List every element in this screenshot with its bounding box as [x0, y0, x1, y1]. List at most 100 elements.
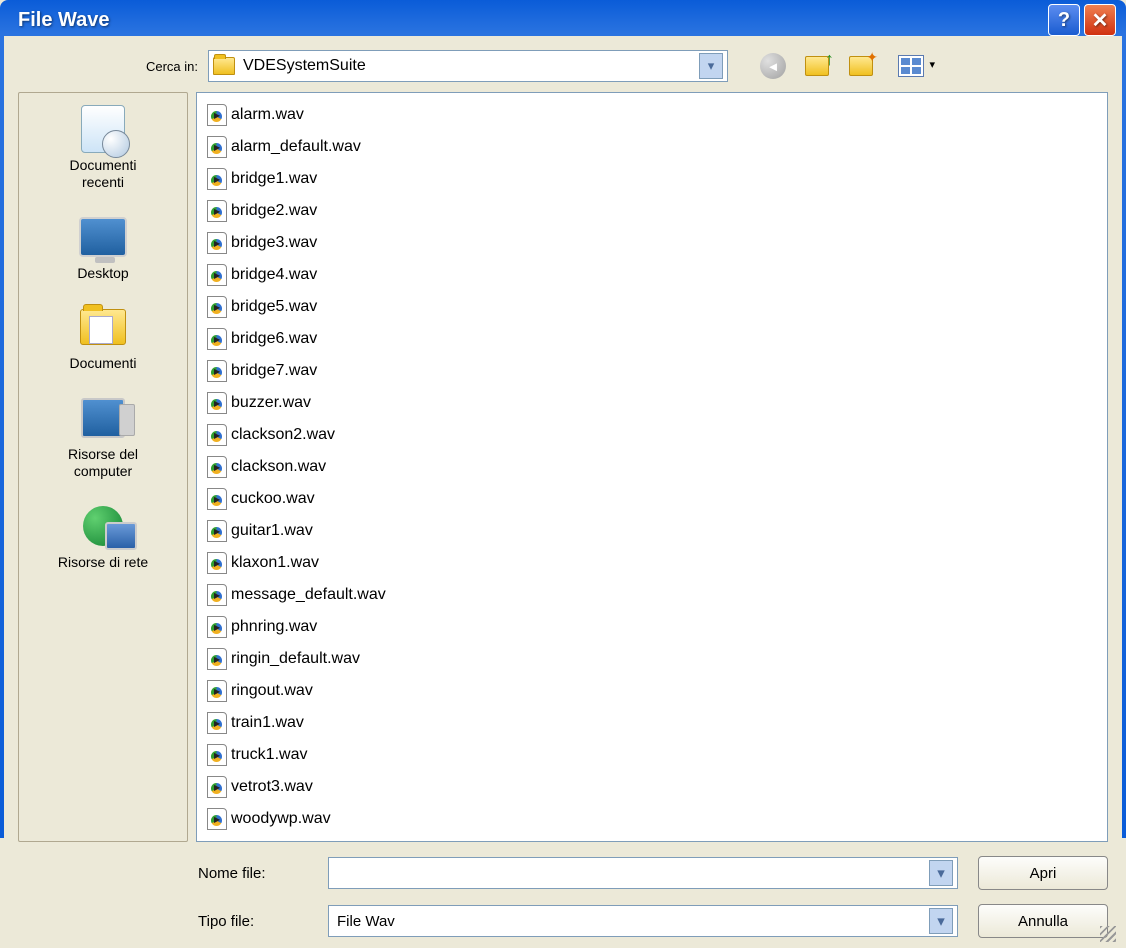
lookin-combo[interactable]: VDESystemSuite ▾	[208, 50, 728, 82]
titlebar-buttons: ? ✕	[1048, 4, 1116, 36]
view-menu-button[interactable]	[890, 51, 932, 81]
titlebar: File Wave ? ✕	[4, 4, 1122, 36]
wav-file-icon	[207, 424, 227, 446]
place-label: Risorse del computer	[68, 446, 138, 480]
file-item[interactable]: message_default.wav	[205, 581, 465, 609]
wav-file-icon	[207, 584, 227, 606]
up-one-level-button[interactable]	[802, 51, 832, 81]
wav-file-icon	[207, 360, 227, 382]
file-name: phnring.wav	[231, 618, 317, 636]
file-item[interactable]: bridge2.wav	[205, 197, 465, 225]
file-name: bridge5.wav	[231, 298, 317, 316]
file-item[interactable]: phnring.wav	[205, 613, 465, 641]
file-name: woodywp.wav	[231, 810, 331, 828]
file-item[interactable]: bridge4.wav	[205, 261, 465, 289]
place-desktop[interactable]: Desktop	[19, 209, 187, 286]
file-item[interactable]: buzzer.wav	[205, 389, 465, 417]
file-name: bridge3.wav	[231, 234, 317, 252]
computer-icon	[77, 394, 129, 442]
file-item[interactable]: bridge6.wav	[205, 325, 465, 353]
wav-file-icon	[207, 392, 227, 414]
wav-file-icon	[207, 744, 227, 766]
file-name: klaxon1.wav	[231, 554, 319, 572]
file-name: guitar1.wav	[231, 522, 313, 540]
chevron-down-icon[interactable]: ▾	[699, 53, 723, 79]
filetype-combo[interactable]: File Wav ▾	[328, 905, 958, 937]
filename-label: Nome file:	[198, 865, 308, 882]
file-name: message_default.wav	[231, 586, 386, 604]
wav-file-icon	[207, 296, 227, 318]
cancel-button[interactable]: Annulla	[978, 904, 1108, 938]
file-name: ringout.wav	[231, 682, 313, 700]
filetype-value: File Wav	[337, 913, 395, 930]
lookin-row: Cerca in: VDESystemSuite ▾ ◄	[18, 50, 1108, 82]
file-item[interactable]: vetrot3.wav	[205, 773, 465, 801]
new-folder-button[interactable]	[846, 51, 876, 81]
bottom-panel: Nome file: ▾ Apri Tipo file: File Wav ▾ …	[18, 842, 1108, 938]
place-label: Documenti	[70, 355, 137, 372]
file-name: bridge2.wav	[231, 202, 317, 220]
wav-file-icon	[207, 200, 227, 222]
documents-icon	[77, 303, 129, 351]
file-item[interactable]: woodywp.wav	[205, 805, 465, 833]
view-icon	[898, 55, 924, 77]
file-name: alarm_default.wav	[231, 138, 361, 156]
file-item[interactable]: bridge7.wav	[205, 357, 465, 385]
wav-file-icon	[207, 520, 227, 542]
file-item[interactable]: clackson2.wav	[205, 421, 465, 449]
file-name: bridge7.wav	[231, 362, 317, 380]
chevron-down-icon[interactable]: ▾	[929, 908, 953, 934]
file-item[interactable]: bridge3.wav	[205, 229, 465, 257]
wav-file-icon	[207, 616, 227, 638]
file-item[interactable]: truck1.wav	[205, 741, 465, 769]
wav-file-icon	[207, 232, 227, 254]
client-area: Cerca in: VDESystemSuite ▾ ◄ Documenti r…	[4, 36, 1122, 948]
wav-file-icon	[207, 168, 227, 190]
file-name: alarm.wav	[231, 106, 304, 124]
file-item[interactable]: bridge5.wav	[205, 293, 465, 321]
file-item[interactable]: cuckoo.wav	[205, 485, 465, 513]
wav-file-icon	[207, 552, 227, 574]
resize-grip[interactable]	[1100, 926, 1116, 942]
file-item[interactable]: ringout.wav	[205, 677, 465, 705]
back-icon: ◄	[760, 53, 786, 79]
network-icon	[77, 502, 129, 550]
file-item[interactable]: klaxon1.wav	[205, 549, 465, 577]
file-name: clackson.wav	[231, 458, 326, 476]
file-name: ringin_default.wav	[231, 650, 360, 668]
help-button[interactable]: ?	[1048, 4, 1080, 36]
place-documents[interactable]: Documenti	[19, 299, 187, 376]
file-dialog-window: File Wave ? ✕ Cerca in: VDESystemSuite ▾…	[0, 0, 1126, 838]
wav-file-icon	[207, 776, 227, 798]
lookin-value: VDESystemSuite	[243, 57, 699, 75]
close-button[interactable]: ✕	[1084, 4, 1116, 36]
file-item[interactable]: alarm_default.wav	[205, 133, 465, 161]
file-item[interactable]: train1.wav	[205, 709, 465, 737]
place-label: Documenti recenti	[70, 157, 137, 191]
place-recent[interactable]: Documenti recenti	[19, 101, 187, 195]
file-list[interactable]: alarm.wav alarm_default.wav bridge1.wav bri…	[196, 92, 1108, 842]
place-computer[interactable]: Risorse del computer	[19, 390, 187, 484]
open-button[interactable]: Apri	[978, 856, 1108, 890]
file-item[interactable]: clackson.wav	[205, 453, 465, 481]
file-item[interactable]: alarm.wav	[205, 101, 465, 129]
file-name: bridge4.wav	[231, 266, 317, 284]
file-name: cuckoo.wav	[231, 490, 315, 508]
place-network[interactable]: Risorse di rete	[19, 498, 187, 575]
back-button[interactable]: ◄	[758, 51, 788, 81]
wav-file-icon	[207, 264, 227, 286]
wav-file-icon	[207, 488, 227, 510]
file-item[interactable]: guitar1.wav	[205, 517, 465, 545]
chevron-down-icon[interactable]: ▾	[929, 860, 953, 886]
filetype-row: Tipo file: File Wav ▾ Annulla	[198, 904, 1108, 938]
toolbar: ◄	[758, 51, 932, 81]
wav-file-icon	[207, 456, 227, 478]
window-title: File Wave	[18, 9, 1048, 32]
file-item[interactable]: bridge1.wav	[205, 165, 465, 193]
middle-area: Documenti recenti Desktop Documenti Riso…	[18, 92, 1108, 842]
filename-input[interactable]: ▾	[328, 857, 958, 889]
file-name: clackson2.wav	[231, 426, 335, 444]
folder-up-icon	[805, 56, 829, 76]
recent-documents-icon	[77, 105, 129, 153]
file-item[interactable]: ringin_default.wav	[205, 645, 465, 673]
